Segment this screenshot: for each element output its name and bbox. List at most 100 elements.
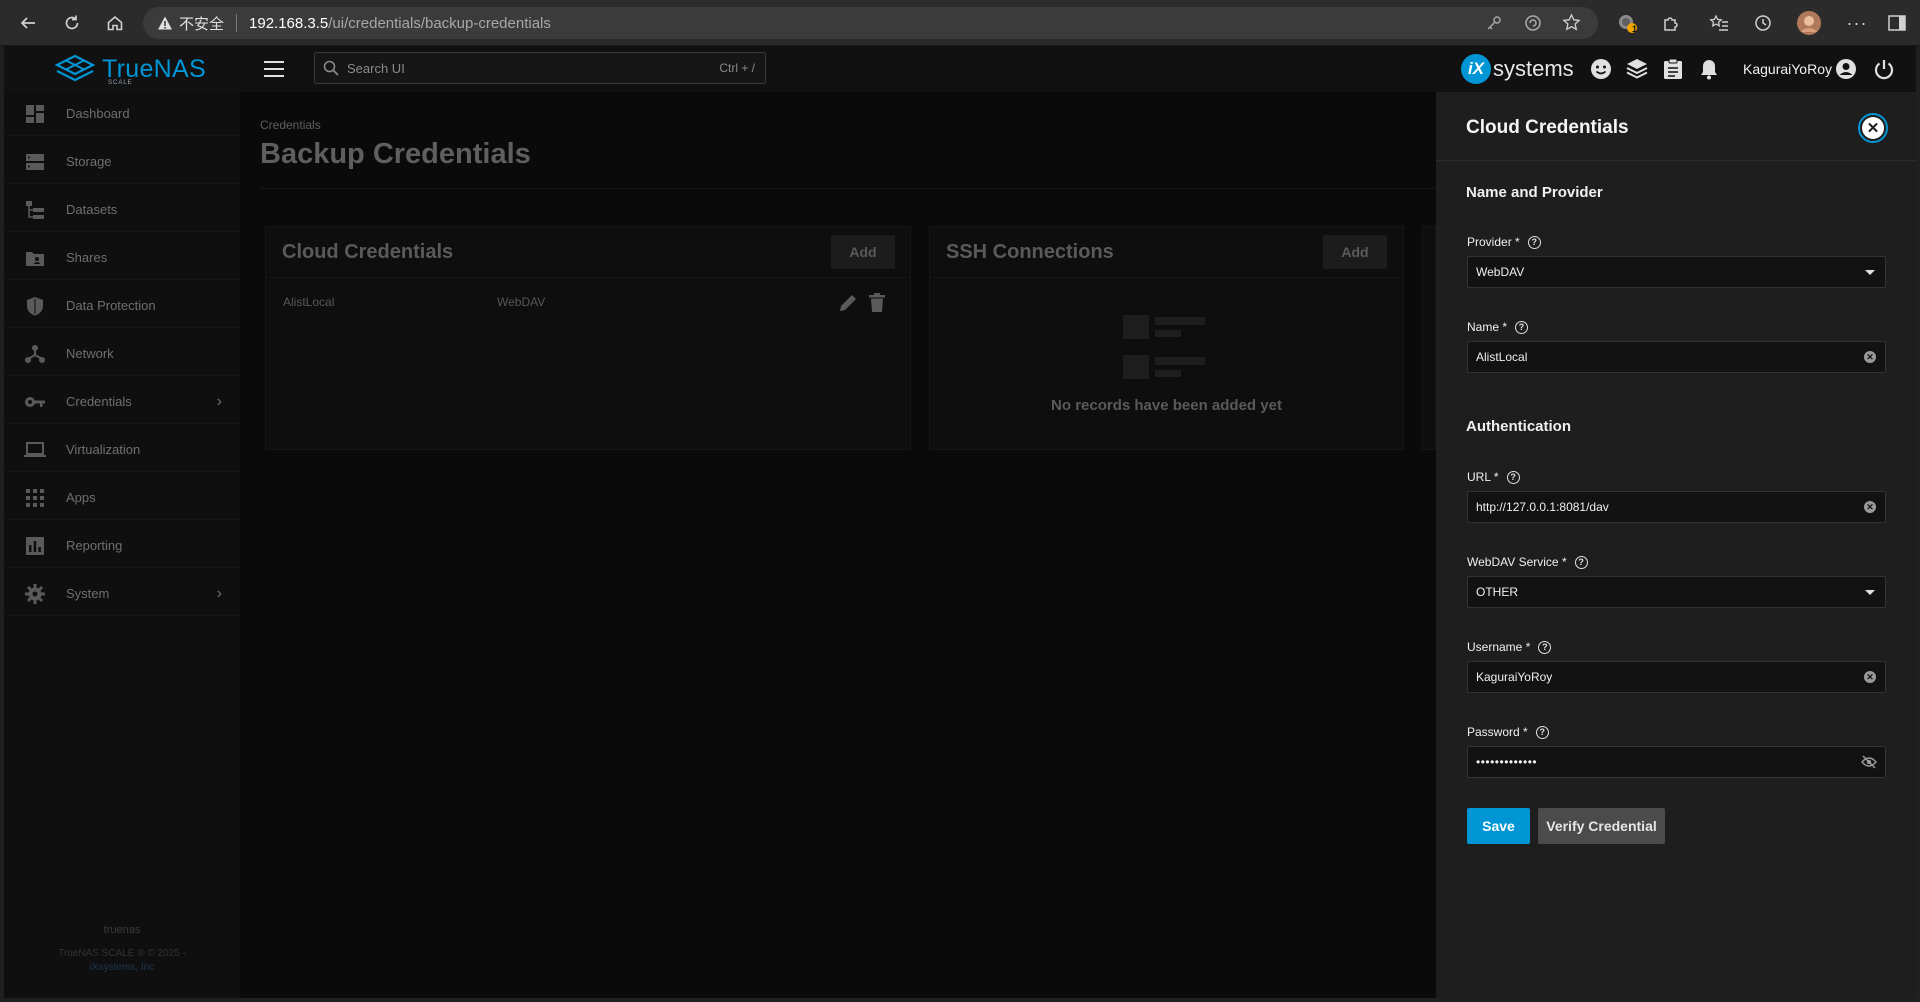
section-name-provider: Name and Provider — [1466, 184, 1603, 201]
storage-icon — [24, 151, 46, 173]
sidebar-copyright: TrueNAS SCALE ® © 2025 - — [58, 948, 186, 959]
provider-select[interactable]: WebDAV — [1467, 256, 1886, 288]
extension-avatar-icon[interactable]: 1 — [1613, 9, 1641, 37]
truenas-logo-icon — [54, 54, 96, 82]
laptop-icon — [24, 439, 46, 461]
ssh-connections-card: SSH Connections Add No records have been… — [929, 226, 1404, 450]
add-cloud-credential-button[interactable]: Add — [831, 235, 895, 269]
sidebar-toggle-icon[interactable] — [1883, 9, 1911, 37]
sidebar-item-network[interactable]: Network — [4, 332, 240, 376]
empty-state-message: No records have been added yet — [1051, 397, 1282, 414]
reporting-icon — [24, 535, 46, 557]
home-icon[interactable] — [101, 9, 129, 37]
clear-input-icon[interactable]: ✕ — [1863, 670, 1877, 684]
help-icon[interactable]: ? — [1535, 725, 1549, 739]
help-icon[interactable]: ? — [1527, 235, 1541, 249]
extension-badge: 1 — [1632, 24, 1638, 34]
name-label: Name * ? — [1467, 320, 1529, 334]
sidebar-item-system[interactable]: System › — [4, 572, 240, 616]
sidebar-item-virtualization[interactable]: Virtualization — [4, 428, 240, 472]
profile-avatar[interactable] — [1795, 9, 1823, 37]
history-icon[interactable] — [1749, 9, 1777, 37]
webdav-service-label: WebDAV Service * ? — [1467, 555, 1588, 569]
favorite-star-icon[interactable] — [1562, 13, 1581, 36]
search-placeholder: Search UI — [347, 60, 405, 76]
dashboard-icon — [24, 103, 46, 125]
sidebar-item-label: Dashboard — [66, 106, 130, 121]
extensions-puzzle-icon[interactable] — [1657, 9, 1685, 37]
visibility-off-icon[interactable] — [1861, 755, 1877, 769]
account-circle-icon[interactable] — [1834, 57, 1858, 81]
sidebar-item-storage[interactable]: Storage — [4, 140, 240, 184]
dropdown-arrow-icon — [1863, 585, 1877, 599]
menu-toggle-icon[interactable] — [262, 58, 286, 80]
save-button[interactable]: Save — [1467, 808, 1530, 844]
add-ssh-connection-button[interactable]: Add — [1323, 235, 1387, 269]
passwords-key-icon[interactable] — [1486, 15, 1502, 35]
card-divider — [930, 277, 1403, 278]
clear-input-icon[interactable]: ✕ — [1863, 500, 1877, 514]
jobs-clipboard-icon[interactable] — [1661, 57, 1685, 81]
password-input[interactable]: ••••••••••••• — [1467, 746, 1886, 778]
username-label[interactable]: KaguraiYoRoy — [1743, 61, 1832, 77]
edit-pencil-icon[interactable] — [838, 293, 858, 318]
username-input[interactable]: KaguraiYoRoy ✕ — [1467, 661, 1886, 693]
notifications-bell-icon[interactable] — [1697, 57, 1721, 81]
help-icon[interactable]: ? — [1515, 320, 1529, 334]
shield-icon — [24, 295, 46, 317]
ixsystems-logo[interactable]: iX systems — [1461, 54, 1574, 84]
sidebar-item-data-protection[interactable]: Data Protection — [4, 284, 240, 328]
url-input[interactable]: http://127.0.0.1:8081/dav ✕ — [1467, 491, 1886, 523]
sidebar-item-apps[interactable]: Apps — [4, 476, 240, 520]
webdav-service-select[interactable]: OTHER — [1467, 576, 1886, 608]
breadcrumb[interactable]: Credentials — [260, 118, 321, 132]
back-icon[interactable] — [14, 9, 42, 37]
webdav-service-label-text: WebDAV Service — [1467, 555, 1559, 569]
more-options-icon[interactable]: ··· — [1843, 9, 1871, 37]
brand-edition: SCALE — [108, 80, 133, 86]
help-icon[interactable]: ? — [1506, 470, 1520, 484]
username-label-text: Username — [1467, 640, 1523, 654]
help-icon[interactable]: ? — [1574, 555, 1588, 569]
sidebar-item-datasets[interactable]: Datasets — [4, 188, 240, 232]
url-host: 192.168.3.5 — [249, 14, 329, 32]
name-input[interactable]: AlistLocal ✕ — [1467, 341, 1886, 373]
security-label: 不安全 — [179, 15, 225, 33]
ix-logo-mark: iX — [1461, 54, 1491, 84]
feedback-smiley-icon[interactable] — [1589, 57, 1613, 81]
search-icon — [323, 60, 339, 76]
truenas-logo[interactable]: TrueNAS SCALE — [54, 54, 206, 86]
network-icon — [24, 343, 46, 365]
chevron-right-icon: › — [216, 392, 222, 410]
search-ui-input[interactable]: Search UI Ctrl + / — [314, 52, 766, 84]
ixsystems-link[interactable]: iXsystems, Inc — [4, 962, 240, 973]
name-label-text: Name — [1467, 320, 1500, 334]
sidebar-item-dashboard[interactable]: Dashboard — [4, 92, 240, 136]
close-panel-button[interactable]: ✕ — [1858, 113, 1888, 143]
provider-label: Provider * ? — [1467, 235, 1541, 249]
verify-credential-button[interactable]: Verify Credential — [1538, 808, 1665, 844]
favorites-list-icon[interactable] — [1705, 9, 1733, 37]
security-warning[interactable]: 不安全 — [157, 13, 224, 34]
translate-icon[interactable] — [1524, 14, 1542, 36]
sidebar-item-label: System — [66, 586, 110, 601]
truecommand-icon[interactable] — [1625, 57, 1649, 81]
credential-provider: WebDAV — [497, 295, 546, 309]
power-icon[interactable] — [1872, 57, 1896, 81]
address-divider — [236, 14, 238, 32]
address-bar[interactable]: 不安全 192.168.3.5/ui/credentials/backup-cr… — [143, 7, 1598, 39]
card-title: SSH Connections — [946, 241, 1114, 263]
help-icon[interactable]: ? — [1538, 640, 1552, 654]
app-header: TrueNAS SCALE Search UI Ctrl + / iX syst… — [4, 46, 1916, 92]
required-marker: * — [1502, 320, 1508, 334]
sidebar-item-credentials[interactable]: Credentials › — [4, 380, 240, 424]
provider-label-text: Provider — [1467, 235, 1512, 249]
apps-grid-icon — [24, 487, 46, 509]
cloud-credentials-card: Cloud Credentials Add AlistLocal WebDAV — [265, 226, 911, 450]
clear-input-icon[interactable]: ✕ — [1863, 350, 1877, 364]
sidebar-item-reporting[interactable]: Reporting — [4, 524, 240, 568]
gear-icon — [24, 583, 46, 605]
sidebar-item-shares[interactable]: Shares — [4, 236, 240, 280]
delete-trash-icon[interactable] — [869, 293, 885, 318]
reload-icon[interactable] — [58, 9, 86, 37]
